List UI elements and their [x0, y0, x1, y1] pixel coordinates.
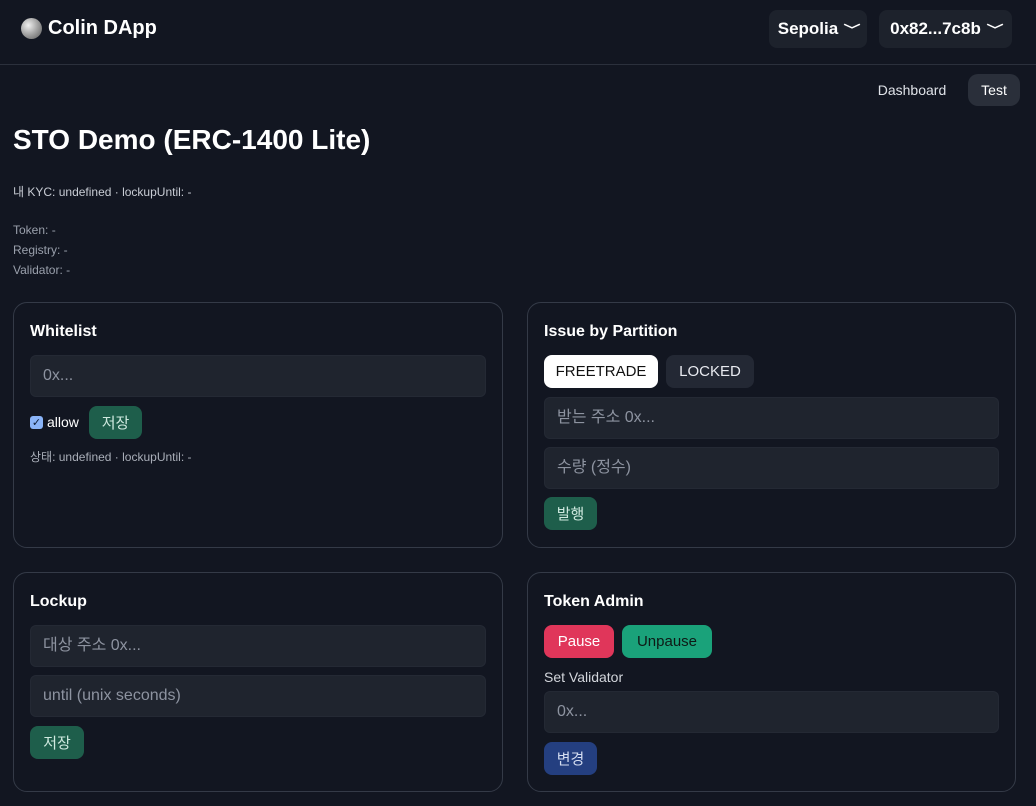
token-admin-title: Token Admin [544, 593, 644, 610]
lockup-title: Lockup [30, 593, 87, 610]
set-validator-label: Set Validator [544, 669, 624, 685]
lockup-until-input[interactable] [30, 675, 486, 717]
chevron-down-icon: ﹀ [986, 22, 1004, 37]
page-title: STO Demo (ERC-1400 Lite) [13, 124, 371, 155]
lockup-card: Lockup 저장 [13, 572, 503, 792]
validator-address: Validator: - [13, 263, 71, 277]
moon-icon [21, 18, 42, 39]
lockup-target-input[interactable] [30, 625, 486, 667]
validator-address-input[interactable] [544, 691, 999, 733]
issue-button[interactable]: 발행 [544, 497, 597, 530]
issue-title: Issue by Partition [544, 323, 678, 340]
nav-test[interactable]: Test [968, 74, 1020, 106]
token-address: Token: - [13, 223, 56, 237]
whitelist-address-input[interactable] [30, 355, 486, 397]
whitelist-card: Whitelist ✓ allow 저장 상태: undefined · loc… [13, 302, 503, 548]
whitelist-title: Whitelist [30, 323, 97, 340]
token-admin-card: Token Admin Pause Unpause Set Validator … [527, 572, 1016, 792]
partition-freetrade-button[interactable]: FREETRADE [544, 355, 658, 388]
app-name: Colin DApp [48, 17, 157, 39]
registry-address: Registry: - [13, 243, 68, 257]
lockup-save-button[interactable]: 저장 [30, 726, 84, 759]
chevron-down-icon: ﹀ [843, 22, 861, 37]
whitelist-save-button[interactable]: 저장 [89, 406, 142, 439]
nav-dashboard[interactable]: Dashboard [868, 74, 956, 106]
account-label: 0x82...7c8b [890, 19, 981, 38]
issue-card: Issue by Partition FREETRADE LOCKED 발행 [527, 302, 1016, 548]
issue-recipient-input[interactable] [544, 397, 999, 439]
allow-checkbox[interactable]: ✓ allow [30, 414, 79, 430]
network-selector[interactable]: Sepolia ﹀ [769, 10, 867, 48]
pause-button[interactable]: Pause [544, 625, 614, 658]
account-selector[interactable]: 0x82...7c8b ﹀ [879, 10, 1012, 48]
unpause-button[interactable]: Unpause [622, 625, 712, 658]
top-bar: Colin DApp Sepolia ﹀ 0x82...7c8b ﹀ [0, 0, 1036, 65]
network-label: Sepolia [777, 19, 839, 38]
kyc-status: 내 KYC: undefined · lockupUntil: - [13, 185, 192, 199]
change-validator-button[interactable]: 변경 [544, 742, 597, 775]
partition-locked-button[interactable]: LOCKED [666, 355, 754, 388]
allow-label: allow [47, 414, 79, 430]
checkmark-icon: ✓ [30, 415, 43, 429]
whitelist-status: 상태: undefined · lockupUntil: - [30, 450, 192, 464]
issue-amount-input[interactable] [544, 447, 999, 489]
app-logo[interactable]: Colin DApp [21, 17, 157, 40]
